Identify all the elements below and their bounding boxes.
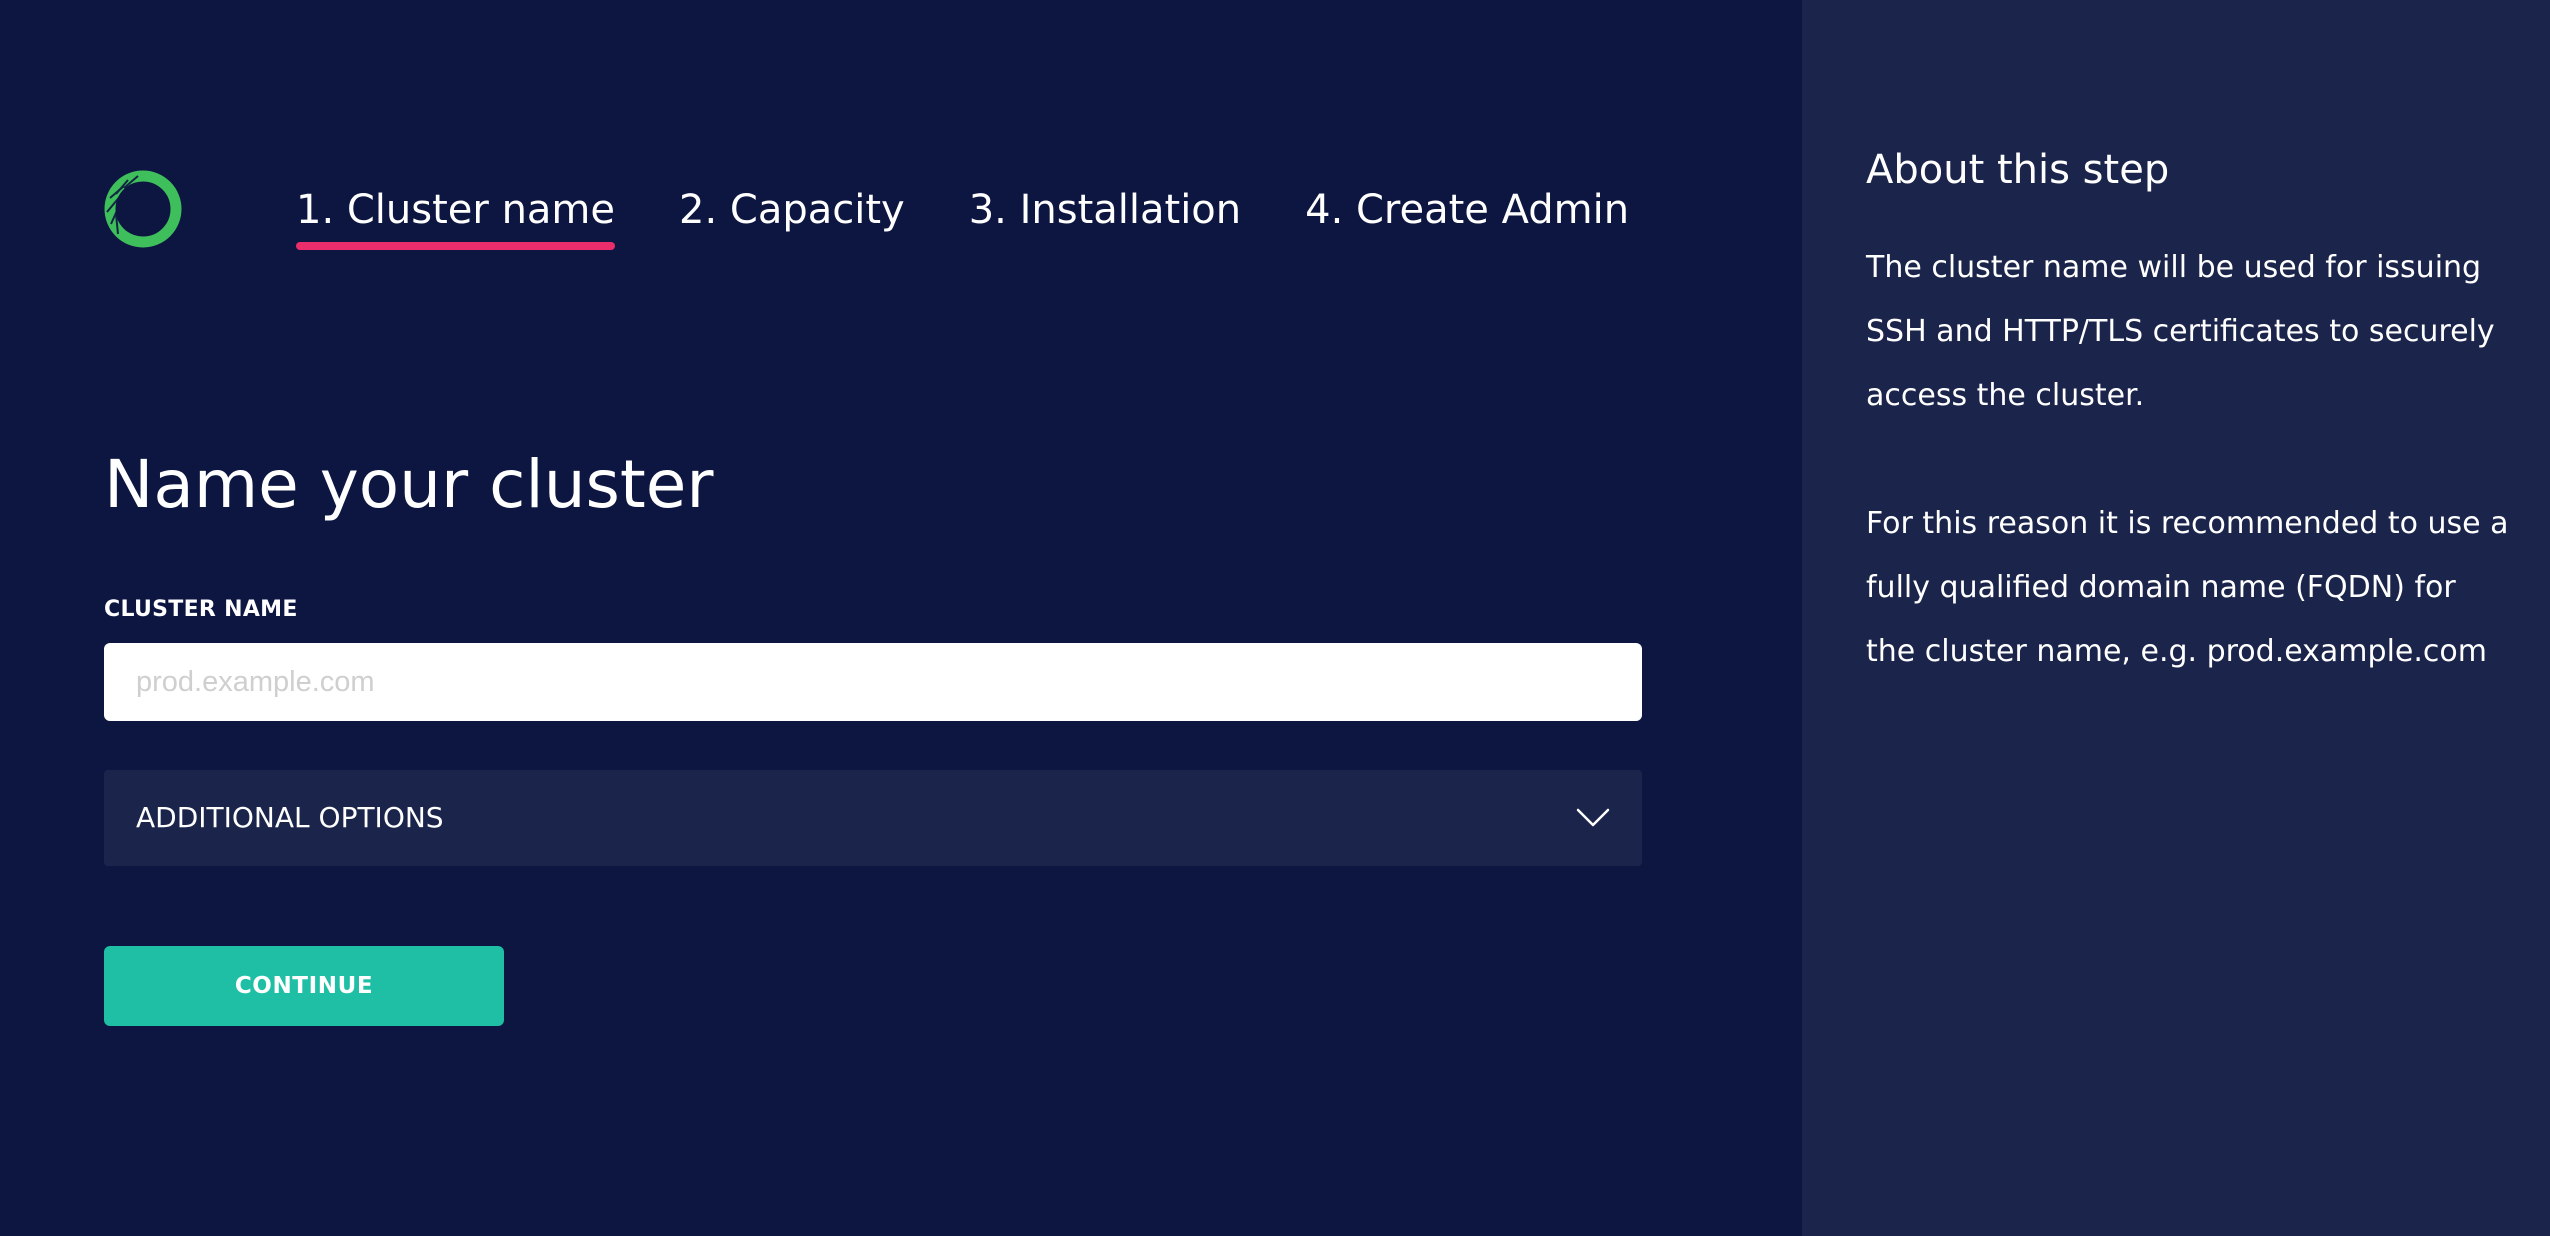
sidebar-paragraph: For this reason it is recommended to use… [1866,506,2509,669]
additional-options-label: ADDITIONAL OPTIONS [136,801,444,834]
additional-options-toggle[interactable]: ADDITIONAL OPTIONS [104,770,1642,866]
step-installation[interactable]: 3. Installation [969,180,1241,240]
step-create-admin[interactable]: 4. Create Admin [1305,180,1629,240]
help-sidebar: About this step The cluster name will be… [1802,0,2550,1236]
continue-button[interactable]: CONTINUE [104,946,504,1026]
step-capacity[interactable]: 2. Capacity [679,180,905,240]
step-cluster-name[interactable]: 1. Cluster name [296,180,616,250]
chevron-down-icon [1576,808,1610,827]
wizard-steps: 1. Cluster name 2. Capacity 3. Installat… [296,180,1629,250]
page-title: Name your cluster [104,446,714,523]
cluster-ring-logo-icon [104,170,182,248]
sidebar-title: About this step [1866,147,2170,193]
wizard-main: 1. Cluster name 2. Capacity 3. Installat… [0,0,1802,1236]
cluster-name-input[interactable] [104,643,1642,721]
cluster-name-label: CLUSTER NAME [104,597,298,622]
sidebar-paragraph: The cluster name will be used for issuin… [1866,250,2495,413]
app-root: 1. Cluster name 2. Capacity 3. Installat… [0,0,2550,1236]
